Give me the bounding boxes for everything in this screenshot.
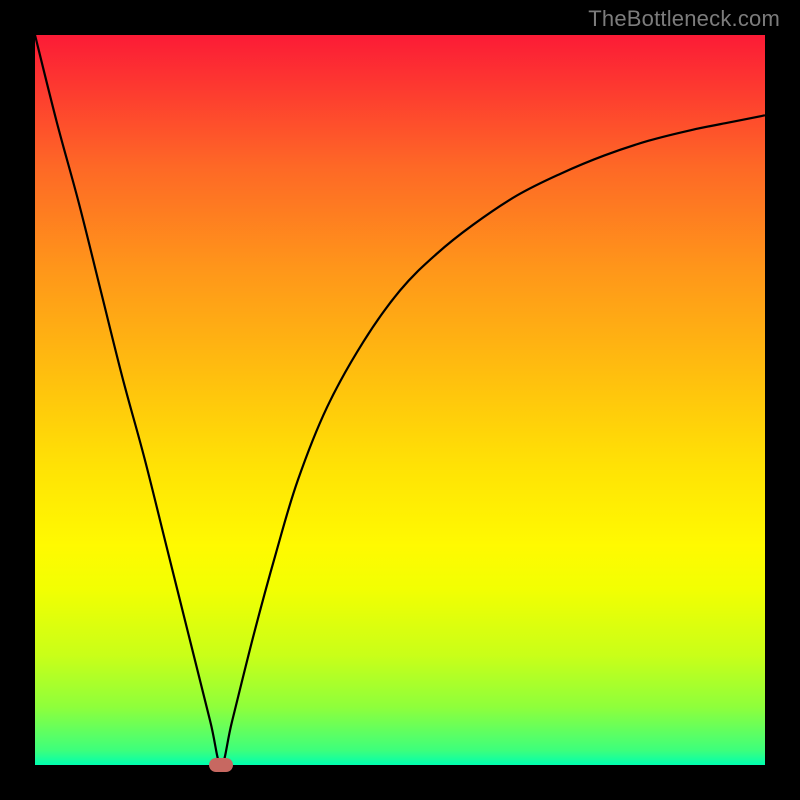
watermark-text: TheBottleneck.com — [588, 6, 780, 32]
chart-frame: TheBottleneck.com — [0, 0, 800, 800]
bottleneck-curve — [35, 35, 765, 765]
optimal-point-marker — [209, 758, 233, 772]
plot-area — [35, 35, 765, 765]
